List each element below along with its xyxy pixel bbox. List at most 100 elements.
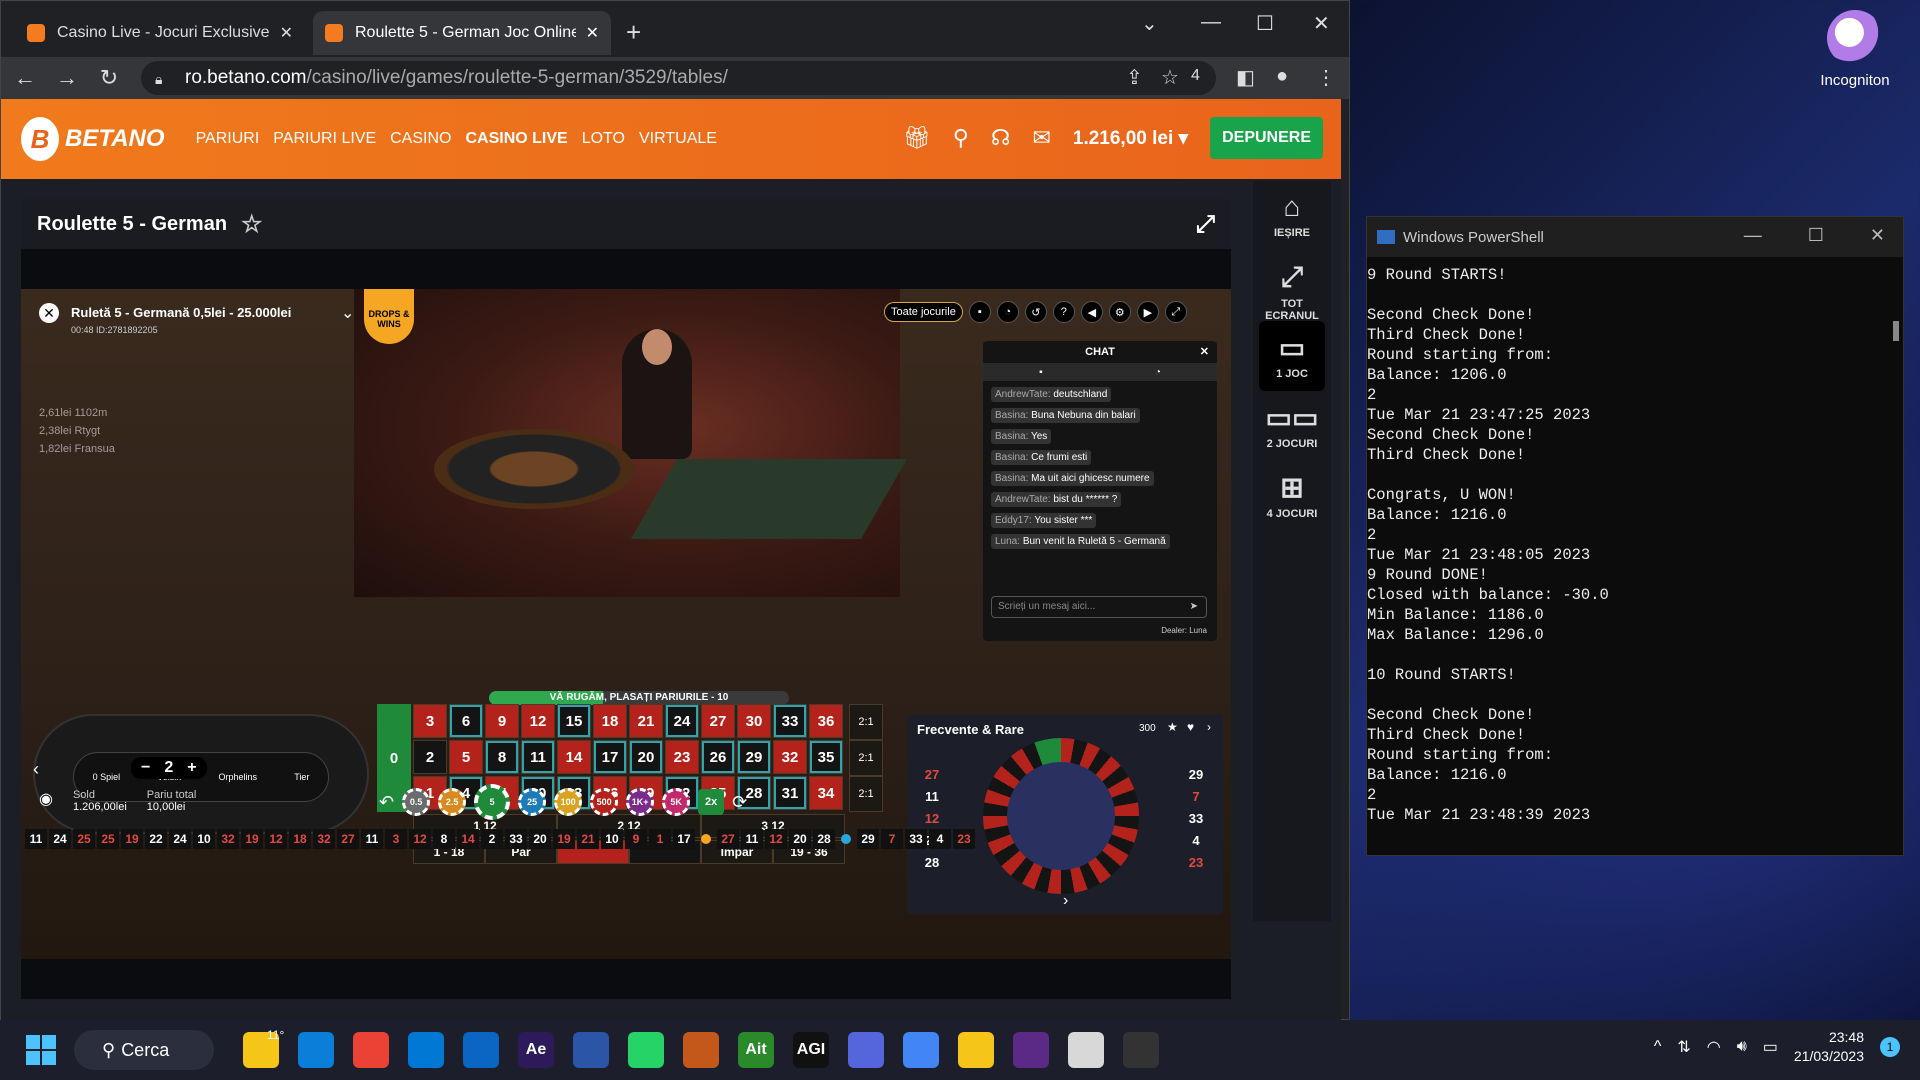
taskbar-app-app[interactable] — [1123, 1032, 1159, 1068]
number-cell[interactable]: 9 — [485, 704, 519, 738]
fullscreen-button[interactable]: ⤢ TOT ECRANUL — [1253, 251, 1331, 322]
nav-casino[interactable]: CASINO — [389, 130, 452, 148]
history-icon[interactable]: ↺ — [1024, 301, 1047, 323]
profile-icon[interactable]: ● — [1276, 65, 1288, 88]
deposit-button[interactable]: DEPUNERE — [1210, 117, 1323, 159]
number-cell[interactable]: 17 — [593, 740, 627, 774]
nav-casino-live[interactable]: CASINO LIVE — [464, 130, 568, 148]
number-cell[interactable]: 3 — [413, 704, 447, 738]
decrease-icon[interactable]: − — [141, 759, 150, 777]
racetrack-tier[interactable]: Tier — [294, 772, 309, 782]
taskbar-app-agi[interactable]: AGI — [793, 1032, 829, 1068]
next-arrow-icon[interactable]: › — [1063, 892, 1068, 910]
chip-5[interactable]: 5 — [474, 784, 511, 820]
number-cell[interactable]: 5 — [449, 740, 483, 774]
number-cell[interactable]: 31 — [773, 776, 807, 810]
battery-icon[interactable]: ▭ — [1763, 1037, 1778, 1057]
exit-button[interactable]: ⌂ IEȘIRE — [1253, 181, 1331, 251]
taskbar-app-app[interactable] — [958, 1032, 994, 1068]
help-icon[interactable]: ? — [1052, 301, 1075, 323]
taskbar-app-powershell[interactable] — [573, 1032, 609, 1068]
number-cell[interactable]: 14 — [557, 740, 591, 774]
chat-input[interactable]: Scrieți un mesaj aici... ➤ — [991, 596, 1207, 618]
minimize-icon[interactable]: — — [1201, 11, 1221, 34]
drops-wins-badge[interactable]: DROPS & WINS — [364, 289, 414, 344]
settings-icon[interactable]: ⚙ — [1108, 301, 1131, 323]
maximize-icon[interactable]: ☐ — [1808, 225, 1824, 246]
number-cell[interactable]: 2 — [413, 740, 447, 774]
scrollbar-thumb[interactable] — [1893, 321, 1899, 341]
taskbar-app-store[interactable] — [408, 1032, 444, 1068]
number-cell[interactable]: 27 — [701, 704, 735, 738]
number-cell[interactable]: 18 — [593, 704, 627, 738]
mute-icon[interactable]: ◀ — [1080, 301, 1103, 323]
nav-pariuri-live[interactable]: PARIURI LIVE — [272, 130, 377, 148]
increase-icon[interactable]: + — [187, 759, 196, 777]
taskbar-app-app[interactable] — [1068, 1032, 1104, 1068]
heart-icon[interactable]: ♥ — [1187, 720, 1194, 734]
close-tab-icon[interactable]: ✕ — [586, 23, 599, 43]
search-icon[interactable]: ⚲ — [953, 125, 969, 151]
tab-casino-live[interactable]: Casino Live - Jocuri Exclusive și D ✕ — [15, 11, 305, 55]
all-games-button[interactable]: Toate jocurile — [884, 302, 963, 322]
rounds-count[interactable]: 300 — [1139, 723, 1156, 734]
incogniton-desktop-shortcut[interactable]: Incogniton — [1800, 10, 1910, 89]
number-cell[interactable]: 32 — [773, 740, 807, 774]
close-tab-icon[interactable]: ✕ — [280, 23, 293, 43]
fullscreen-icon[interactable]: ⤢ — [1164, 301, 1187, 323]
close-icon[interactable]: ✕ — [1870, 225, 1885, 246]
number-cell[interactable]: 12 — [521, 704, 555, 738]
forward-icon[interactable]: → — [49, 65, 85, 91]
chevron-up-icon[interactable]: ^ — [1654, 1038, 1662, 1056]
tab-search-icon[interactable]: ⌄ — [1141, 11, 1158, 36]
chip-1kplus[interactable]: 1K+ — [626, 788, 655, 816]
betano-logo[interactable]: B BETANO — [21, 117, 165, 161]
balance-dropdown[interactable]: 1.216,00 lei ▾ — [1073, 127, 1188, 150]
racetrack-0-spiel[interactable]: 0 Spiel — [93, 772, 121, 782]
address-bar[interactable]: 🔒︎ ro.betano.com/casino/live/games/roule… — [141, 61, 1216, 95]
bookmark-star-icon[interactable]: ☆ — [1161, 65, 1179, 90]
share-icon[interactable]: ⇪ — [1126, 65, 1143, 90]
taskbar-app-incogniton[interactable] — [1013, 1032, 1049, 1068]
number-cell[interactable]: 8 — [485, 740, 519, 774]
network-icon[interactable]: ⇅ — [1677, 1037, 1690, 1057]
chat-tab-icon[interactable]: ▪ — [1039, 367, 1043, 378]
undo-icon[interactable]: ↶ — [379, 792, 394, 813]
number-cell[interactable]: 26 — [701, 740, 735, 774]
column-bet[interactable]: 2:1 — [849, 704, 883, 740]
close-window-icon[interactable]: ✕ — [1313, 11, 1330, 36]
number-cell[interactable]: 34 — [809, 776, 843, 810]
taskbar-app-app[interactable] — [683, 1032, 719, 1068]
chip-500[interactable]: 500 — [590, 788, 619, 816]
two-games-button[interactable]: ▭▭ 2 JOCURI — [1253, 391, 1331, 461]
number-cell[interactable]: 20 — [629, 740, 663, 774]
fullscreen-expand-icon[interactable]: ⤢ — [1196, 211, 1215, 239]
menu-kebab-icon[interactable]: ⋮ — [1316, 65, 1336, 90]
taskbar-search[interactable]: ⚲ Cerca — [74, 1030, 214, 1070]
number-cell[interactable]: 30 — [737, 704, 771, 738]
taskbar-app-app[interactable] — [848, 1032, 884, 1068]
chip-5k[interactable]: 5K — [662, 788, 691, 816]
column-bet[interactable]: 2:1 — [849, 776, 883, 812]
repeat-icon[interactable]: ⟳ — [732, 792, 747, 813]
wifi-icon[interactable]: ◠ — [1707, 1037, 1721, 1057]
number-cell[interactable]: 21 — [629, 704, 663, 738]
number-cell[interactable]: 15 — [557, 704, 591, 738]
back-arrow-icon[interactable]: ‹ — [33, 759, 39, 780]
chat-icon[interactable]: ▪ — [968, 301, 991, 323]
reload-icon[interactable]: ↻ — [91, 65, 127, 91]
back-icon[interactable]: ← — [7, 65, 43, 91]
nav-pariuri[interactable]: PARIURI — [195, 130, 261, 148]
console-output[interactable]: 9 Round STARTS! Second Check Done! Third… — [1367, 257, 1903, 825]
start-button[interactable] — [26, 1035, 56, 1065]
favorite-star-icon[interactable]: ☆ — [241, 210, 263, 239]
extension-count[interactable]: 4 — [1191, 67, 1200, 85]
minimize-icon[interactable]: — — [1744, 225, 1762, 246]
new-tab-icon[interactable]: + — [626, 17, 641, 48]
side-panel-icon[interactable]: ◧ — [1236, 65, 1255, 90]
statistics-icon[interactable]: ◔ — [996, 301, 1019, 323]
star-icon[interactable]: ★ — [1167, 720, 1178, 734]
number-cell[interactable]: 29 — [737, 740, 771, 774]
chevron-down-icon[interactable]: ⌄ — [341, 303, 354, 323]
send-icon[interactable]: ➤ — [1190, 597, 1198, 617]
